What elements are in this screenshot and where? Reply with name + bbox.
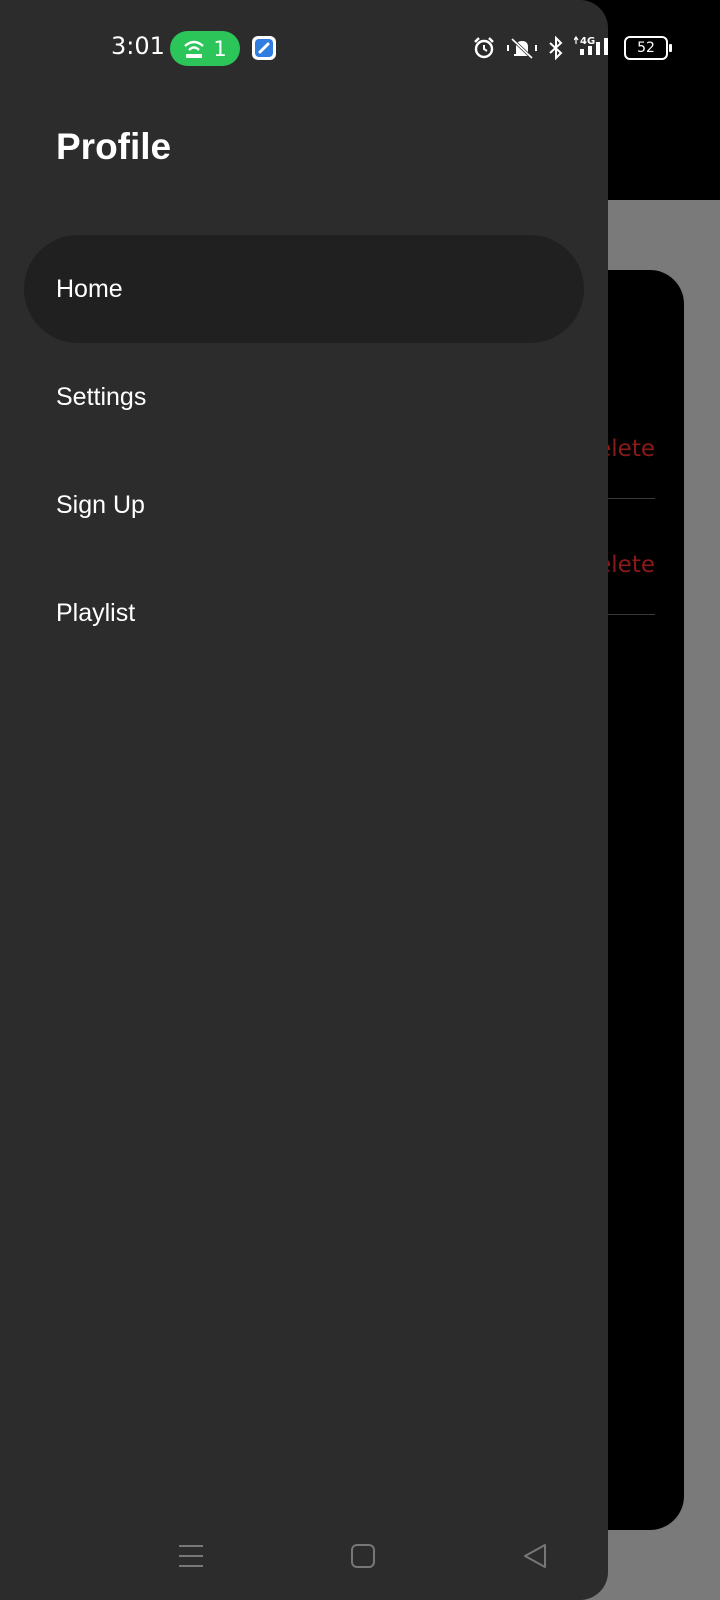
status-bar: 3:01 1 4G 52 <box>0 0 720 96</box>
drawer-menu: Home Settings Sign Up Playlist <box>24 235 584 667</box>
hotspot-icon <box>184 40 205 58</box>
status-icons: 4G 52 <box>472 33 672 63</box>
navigation-drawer: Profile Home Settings Sign Up Playlist <box>0 0 608 1600</box>
battery-icon: 52 <box>624 36 672 60</box>
system-nav-bar <box>0 1510 608 1600</box>
app-notification-icon <box>252 36 276 60</box>
drawer-item-sign-up[interactable]: Sign Up <box>24 451 584 559</box>
alarm-icon <box>474 37 494 59</box>
drawer-item-home[interactable]: Home <box>24 235 584 343</box>
drawer-item-label: Playlist <box>56 599 136 627</box>
hotspot-count: 1 <box>213 36 227 61</box>
status-time: 3:01 <box>111 32 165 60</box>
signal-icon: 4G <box>574 35 608 55</box>
drawer-title: Profile <box>56 126 172 167</box>
vibrate-mute-icon <box>507 37 537 60</box>
drawer-item-label: Home <box>56 275 123 303</box>
drawer-item-label: Settings <box>56 383 147 411</box>
bluetooth-icon <box>549 36 563 60</box>
hotspot-indicator[interactable]: 1 <box>170 31 240 66</box>
menu-icon[interactable] <box>173 1538 209 1574</box>
drawer-item-label: Sign Up <box>56 491 145 519</box>
drawer-item-settings[interactable]: Settings <box>24 343 584 451</box>
svg-text:4G: 4G <box>580 36 595 47</box>
home-icon[interactable] <box>345 1538 381 1574</box>
back-icon[interactable] <box>517 1538 553 1574</box>
screen: elete elete Profile Home Settings Sign U… <box>0 0 720 1600</box>
drawer-item-playlist[interactable]: Playlist <box>24 559 584 667</box>
